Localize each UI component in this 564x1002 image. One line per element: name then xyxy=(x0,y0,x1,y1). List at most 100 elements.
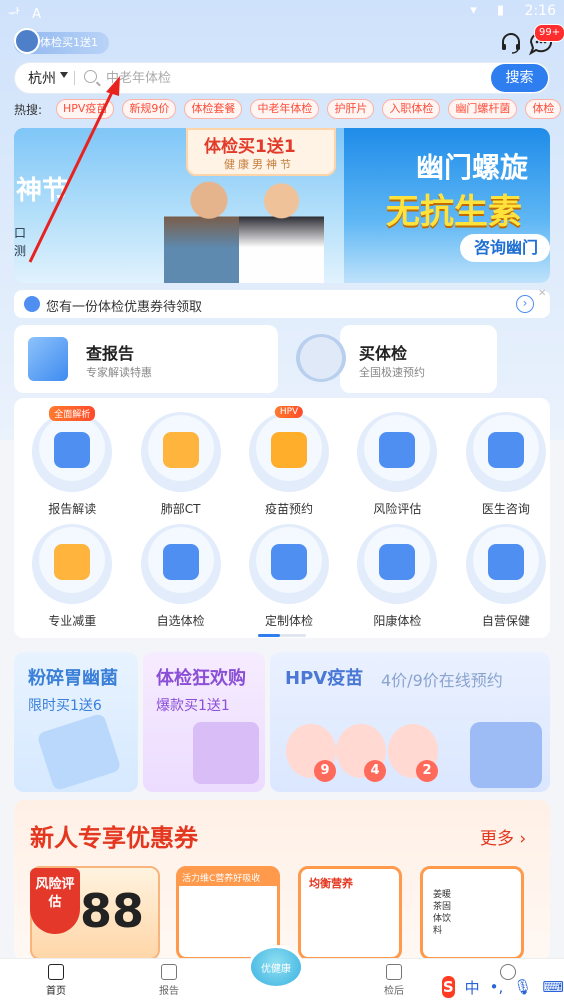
service-item[interactable]: 专业减重 xyxy=(24,524,120,629)
hot-search-tags: HPV疫苗 新规9价 体检套餐 中老年体检 护肝片 入职体检 幽门螺杆菌 体检 xyxy=(56,99,562,119)
service-label: 医生咨询 xyxy=(481,502,530,516)
promo-avatar xyxy=(14,28,40,54)
message-badge: 99+ xyxy=(534,24,564,42)
ime-toolbar: S 中 •, 🎙 ⌨ xyxy=(442,972,564,1002)
product-card[interactable]: 姜暖茶固体饮料 xyxy=(420,866,524,960)
service-item[interactable]: 阳康体检 xyxy=(349,524,445,629)
hot-tag[interactable]: 新规9价 xyxy=(122,99,177,119)
shield-pill-icon xyxy=(379,544,416,580)
service-item[interactable]: 风险评估 xyxy=(349,412,445,517)
city-selector[interactable]: 杭州 xyxy=(28,68,56,88)
product-card[interactable]: 均衡营养 xyxy=(298,866,402,960)
heart-envelope-icon xyxy=(470,722,542,788)
service-item[interactable]: 定制体检 xyxy=(241,524,337,629)
chevron-right-icon[interactable]: › xyxy=(516,295,534,313)
ime-punct[interactable]: •, xyxy=(490,978,504,996)
risk-assessment-badge[interactable]: 风险评估 xyxy=(30,868,80,934)
gift-box-icon xyxy=(54,544,91,580)
nav-center-button[interactable]: 优健康 xyxy=(248,945,304,989)
hot-tag[interactable]: 幽门螺杆菌 xyxy=(448,99,518,119)
service-item[interactable]: 医生咨询 xyxy=(458,412,554,517)
nav-home-label: 首页 xyxy=(46,986,66,997)
service-icon-bg xyxy=(465,524,546,604)
chevron-down-icon[interactable] xyxy=(60,72,68,78)
hot-search-label: 热搜: xyxy=(14,103,43,117)
gift-box-icon xyxy=(193,722,259,784)
vaccine-bottle-icon xyxy=(271,432,308,468)
supplement-bottle-icon xyxy=(487,544,524,580)
ct-scanner-icon xyxy=(296,334,346,382)
banner-consult-button[interactable]: 咨询幽门 xyxy=(460,234,550,262)
service-label: 疫苗预约 xyxy=(265,502,314,516)
service-item[interactable]: 肺部CT xyxy=(132,412,228,517)
promo-carnival-title: 体检狂欢购 xyxy=(156,668,246,689)
service-icon-bg xyxy=(357,524,438,604)
search-button[interactable]: 搜索 xyxy=(491,64,548,92)
service-label: 定制体检 xyxy=(265,614,314,628)
service-item[interactable]: 自选体检 xyxy=(132,524,228,629)
shield-search-icon xyxy=(379,432,416,468)
promo-hpylori-sub: 限时买1送6 xyxy=(28,698,102,714)
medical-kit-pen-icon xyxy=(271,544,308,580)
buy-card-sub: 全国极速预约 xyxy=(359,366,425,379)
medicine-box-icon xyxy=(36,712,122,792)
hot-tag[interactable]: 中老年体检 xyxy=(250,99,320,119)
report-card-sub: 专家解读特惠 xyxy=(86,366,152,379)
service-label: 阳康体检 xyxy=(373,614,422,628)
dose-badge: 4 xyxy=(364,760,386,782)
grid-scroll-indicator-active xyxy=(258,634,280,637)
hot-tag[interactable]: 体检 xyxy=(525,99,562,119)
service-grid-row: 全面解析 报告解读 肺部CT HPV 疫苗预约 风险评估 医生咨询 xyxy=(24,406,554,517)
search-input[interactable] xyxy=(106,66,486,90)
hot-tag[interactable]: 体检套餐 xyxy=(184,99,243,119)
service-badge: HPV xyxy=(274,406,304,418)
hot-tag[interactable]: 入职体检 xyxy=(382,99,441,119)
product-title: 姜暖茶固体饮料 xyxy=(433,890,452,936)
service-item[interactable]: 自营保健 xyxy=(458,524,554,629)
nav-report[interactable]: 报告 xyxy=(139,962,199,997)
promo-hpylori-title: 粉碎胃幽菌 xyxy=(28,668,118,689)
close-icon[interactable]: ✕ xyxy=(538,288,546,299)
hot-tag[interactable]: HPV疫苗 xyxy=(56,99,115,119)
service-label: 自选体检 xyxy=(156,614,205,628)
promo-carnival-sub: 爆款买1送1 xyxy=(156,698,230,714)
product-title: 均衡营养 xyxy=(309,877,353,890)
service-badge: 全面解析 xyxy=(49,406,96,421)
service-label: 报告解读 xyxy=(48,502,97,516)
product-title: 活力维C营养好吸收 xyxy=(179,869,277,886)
service-item[interactable]: HPV 疫苗预约 xyxy=(241,406,337,517)
banner-left-title: 神节 xyxy=(16,176,69,206)
newuser-more-link[interactable]: 更多 › xyxy=(480,824,526,849)
service-icon-bg xyxy=(140,524,221,604)
newuser-more-label: 更多 xyxy=(480,829,514,849)
dose-badge: 9 xyxy=(314,760,336,782)
sogou-logo-icon[interactable]: S xyxy=(442,976,455,998)
nav-home[interactable]: 首页 xyxy=(26,962,86,997)
status-left-icons: ᆉ A xyxy=(8,7,45,22)
dose-badge: 2 xyxy=(416,760,438,782)
doctor-icon xyxy=(54,432,91,468)
headset-icon[interactable] xyxy=(498,30,524,56)
banner-right-title: 幽门螺旋 xyxy=(416,151,529,184)
service-grid-row: 专业减重 自选体检 定制体检 阳康体检 自营保健 xyxy=(24,524,554,629)
service-item[interactable]: 全面解析 报告解读 xyxy=(24,406,120,517)
coupon-notice-text: 您有一份体检优惠券待领取 xyxy=(46,300,203,315)
hot-tag[interactable]: 护肝片 xyxy=(327,99,375,119)
microphone-icon[interactable]: 🎙 xyxy=(513,978,532,996)
banner-tag-sub: 健康男神节 xyxy=(224,158,294,171)
bell-icon xyxy=(24,296,40,312)
banner-left-small: 口 测 xyxy=(14,226,27,258)
service-icon-bg: 全面解析 xyxy=(32,406,113,492)
newuser-title: 新人专享优惠券 xyxy=(30,824,198,852)
status-system-icons: ▾ ▮ xyxy=(470,3,512,18)
nav-report-label: 报告 xyxy=(159,986,179,997)
ime-lang[interactable]: 中 xyxy=(465,977,480,998)
promo-hpv-title: HPV疫苗 xyxy=(285,668,364,689)
status-time: 2:16 xyxy=(524,3,556,19)
medical-kit-check-icon xyxy=(162,544,199,580)
keyboard-icon[interactable]: ⌨ xyxy=(542,978,564,996)
search-icon xyxy=(84,70,97,83)
banner-right-headline: 无抗生素 xyxy=(386,192,522,232)
nav-after[interactable]: 检后 xyxy=(364,962,424,997)
service-label: 自营保健 xyxy=(481,614,530,628)
